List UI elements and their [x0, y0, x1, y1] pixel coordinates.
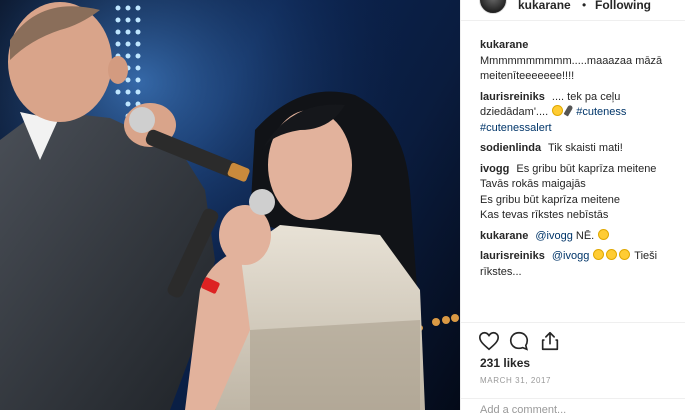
- comment-username[interactable]: kukarane: [480, 39, 528, 51]
- heart-icon[interactable]: [478, 330, 500, 352]
- comment: sodienlinda Tik skaisti mati!: [480, 141, 675, 157]
- comment: laurisreiniks .... tek pa ceļu dziedādam…: [480, 90, 675, 137]
- comment-username[interactable]: kukarane: [480, 230, 528, 242]
- concert-photo-illustration: [0, 0, 460, 410]
- comment-text-line: Es gribu būt kaprīza meitene: [480, 193, 621, 206]
- comment-username[interactable]: laurisreiniks: [480, 91, 545, 103]
- post-photo[interactable]: [0, 0, 460, 410]
- grin-emoji-icon: [593, 249, 605, 260]
- grin-emoji-icon: [606, 249, 618, 260]
- microphone-emoji-icon: [563, 104, 574, 117]
- post-details-panel: kukarane • Following kukarane Mmmmmmmmmm…: [460, 0, 685, 416]
- comment-text: Tik skaisti mati!: [547, 142, 623, 154]
- grin-emoji-icon: [619, 249, 631, 260]
- smile-emoji-icon: [552, 105, 564, 116]
- comment-username[interactable]: ivogg: [480, 163, 509, 175]
- avatar[interactable]: [479, 0, 507, 14]
- post-header: kukarane • Following: [461, 0, 685, 21]
- comments-list: kukarane Mmmmmmmmmm.....maaazaa māzā mei…: [480, 38, 675, 285]
- post-date: MARCH 31, 2017: [480, 376, 552, 385]
- hashtag-link[interactable]: #cutenessalert: [480, 122, 552, 134]
- hashtag-link[interactable]: #cuteness: [576, 106, 626, 118]
- comment-username[interactable]: sodienlinda: [480, 142, 541, 154]
- comment: kukarane @ivogg NĒ.: [480, 228, 675, 245]
- header-username[interactable]: kukarane: [518, 0, 571, 12]
- comment-text: Es gribu būt kaprīza meitene: [516, 162, 657, 175]
- comment: kukarane Mmmmmmmmmm.....maaazaa māzā mei…: [480, 38, 675, 85]
- comment-text: NĒ.: [575, 229, 595, 242]
- add-comment-input[interactable]: Add a comment...: [480, 404, 566, 416]
- share-icon[interactable]: [539, 330, 561, 352]
- header-separator: •: [582, 0, 587, 12]
- grin-emoji-icon: [598, 228, 610, 240]
- comment-text: Mmmmmmmmmm.....maaazaa māzā meitenīteeee…: [480, 54, 663, 83]
- comment: ivogg Es gribu būt kaprīza meitene Tavās…: [480, 162, 675, 224]
- follow-status-button[interactable]: Following: [595, 0, 651, 12]
- divider: [461, 398, 685, 399]
- comment-bubble-icon[interactable]: [508, 330, 530, 352]
- divider: [461, 322, 685, 323]
- mention-link[interactable]: @ivogg: [535, 230, 572, 242]
- comment-text-line: Kas tevas rīkstes nebīstās: [480, 209, 609, 221]
- likes-count[interactable]: 231 likes: [480, 356, 530, 370]
- mention-link[interactable]: @ivogg: [552, 250, 589, 262]
- comment: laurisreiniks @ivogg Tieši rīkstes...: [480, 249, 675, 280]
- comment-username[interactable]: laurisreiniks: [480, 250, 545, 262]
- comment-text-line: Tavās rokās maigajās: [480, 178, 586, 190]
